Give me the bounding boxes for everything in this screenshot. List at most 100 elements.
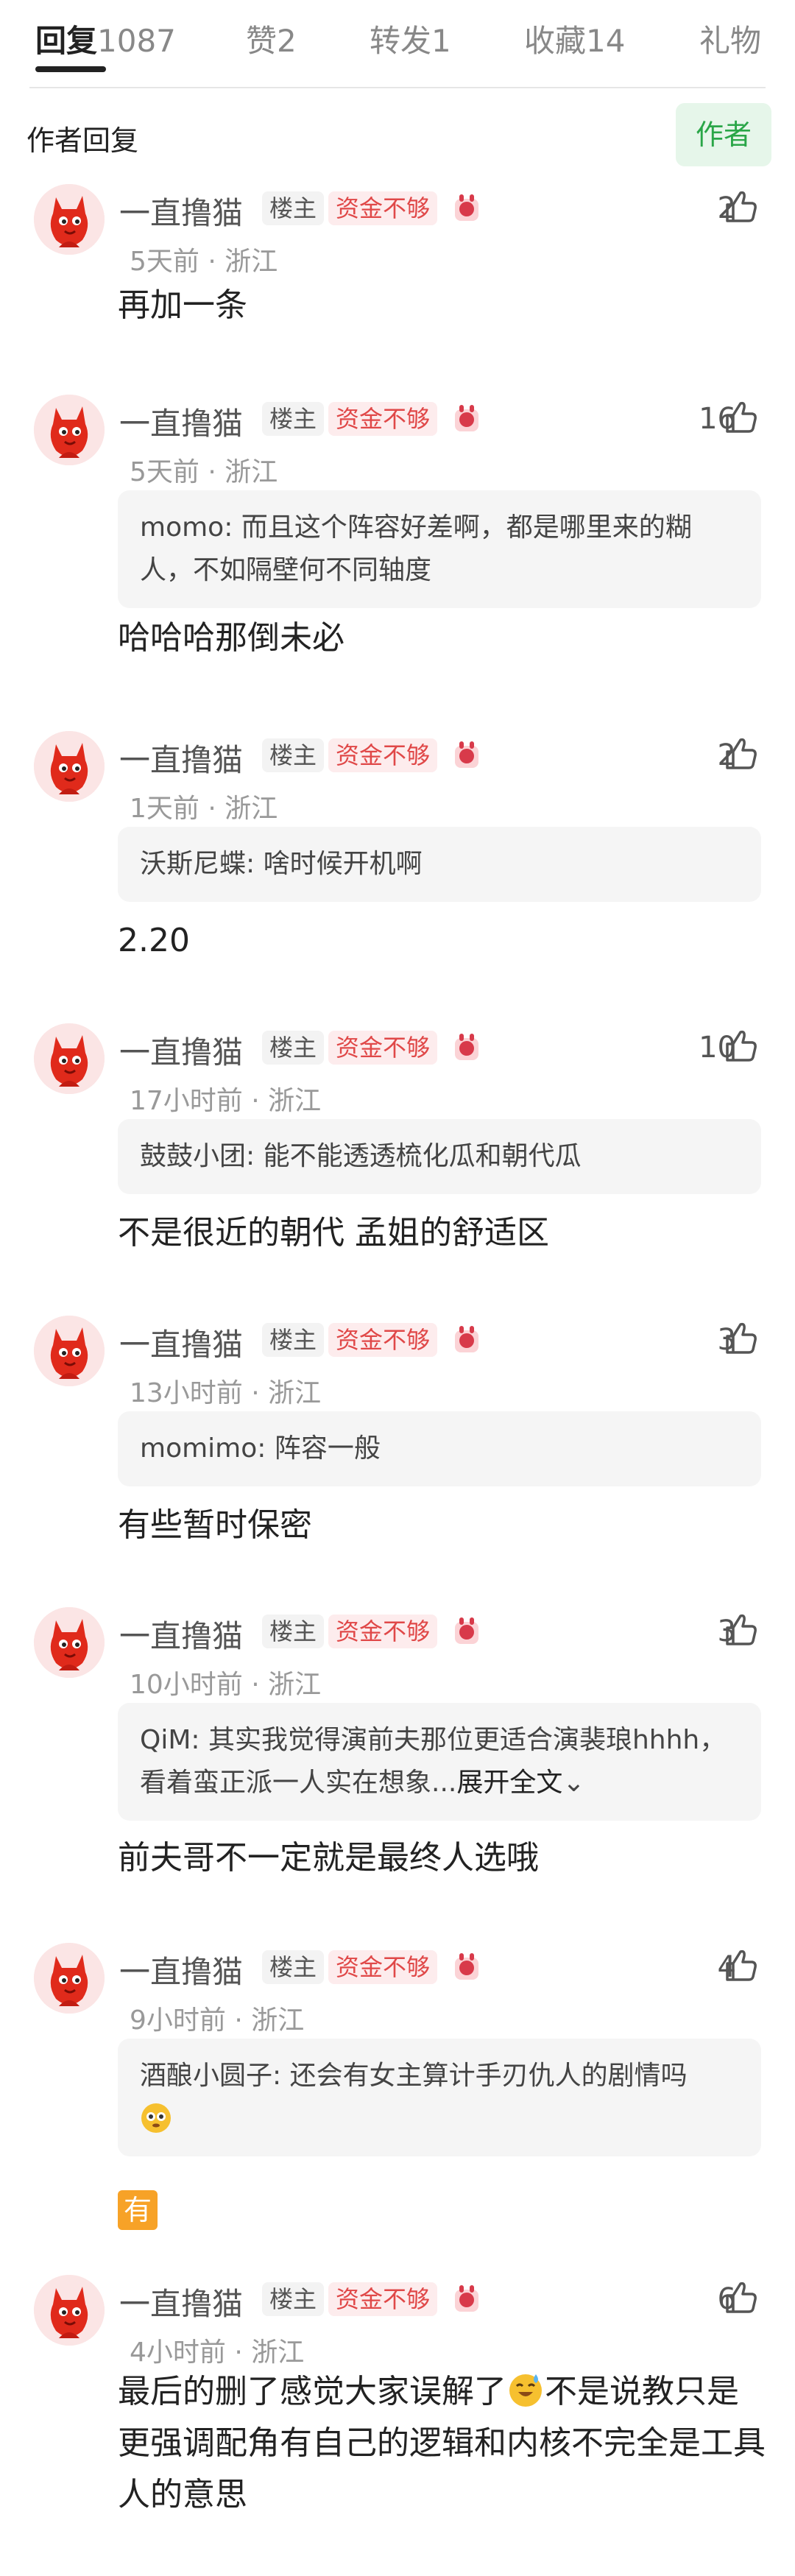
tab-gifts[interactable]: 礼物	[699, 16, 761, 61]
comment-meta: 5天前 · 浙江	[130, 247, 278, 277]
comment-time: 13小时前	[130, 1378, 243, 1408]
thumbs-up-icon[interactable]	[720, 1319, 760, 1358]
tab-reposts[interactable]: 转发1	[370, 16, 451, 61]
thumbs-up-icon[interactable]	[720, 398, 760, 437]
tab-replies[interactable]: 回复1087	[35, 16, 176, 61]
commenter-name[interactable]: 一直撸猫	[119, 1947, 243, 1992]
quoted-reply[interactable]: momo: 而且这个阵容好差啊，都是哪里来的糊人，不如隔壁何不同轴度	[118, 490, 761, 608]
avatar[interactable]	[34, 731, 105, 802]
tab-divider	[29, 87, 766, 88]
quote-user[interactable]: QiM	[140, 1725, 191, 1755]
thumbs-up-icon[interactable]	[720, 1946, 760, 1986]
comment-body: 2.20	[118, 922, 190, 959]
fund-tag: 资金不够	[328, 402, 438, 436]
quoted-reply[interactable]: 沃斯尼蝶: 啥时候开机啊	[118, 827, 761, 902]
comment-body: 哈哈哈那倒未必	[118, 619, 344, 657]
fan-badge-icon	[451, 1323, 483, 1357]
comment-location: 浙江	[225, 457, 278, 487]
expand-full-text-link[interactable]: 展开全文	[456, 1768, 562, 1798]
thumbs-up-icon[interactable]	[720, 734, 760, 774]
quoted-reply[interactable]: 酒酿小圆子: 还会有女主算计手刃仇人的剧情吗	[118, 2039, 761, 2156]
thumbs-up-icon[interactable]	[720, 187, 760, 227]
thumbs-up-icon[interactable]	[720, 1610, 760, 1650]
quote-user[interactable]: 酒酿小圆子	[140, 2061, 272, 2091]
quote-user[interactable]: 沃斯尼蝶	[140, 849, 246, 879]
quote-user[interactable]: momimo	[140, 1433, 257, 1464]
tab-favorites[interactable]: 收藏14	[524, 16, 625, 61]
fan-badge-icon	[451, 191, 483, 225]
you-emoji: 有	[118, 2190, 158, 2230]
comment-meta: 13小时前 · 浙江	[130, 1378, 322, 1408]
commenter-name[interactable]: 一直撸猫	[119, 735, 243, 780]
host-tag: 楼主	[262, 1031, 325, 1065]
quote-user[interactable]: momo	[140, 512, 224, 543]
fund-tag: 资金不够	[328, 1950, 438, 1984]
thumbs-up-icon[interactable]	[720, 1026, 760, 1066]
quote-text: 阵容一般	[274, 1433, 381, 1464]
fan-badge-icon	[451, 1615, 483, 1648]
comment-time: 4小时前	[130, 2337, 226, 2368]
chevron-down-icon[interactable]: ⌄	[562, 1768, 584, 1798]
fund-tag: 资金不够	[328, 1031, 438, 1065]
quote-text: 还会有女主算计手刃仇人的剧情吗	[289, 2061, 688, 2091]
quote-text: 其实我觉得演前夫那位更适合演裴琅hhhh，看着蛮正派一人实在想象...	[140, 1725, 727, 1798]
comment-body: 有	[118, 2183, 766, 2234]
commenter-name[interactable]: 一直撸猫	[119, 1320, 243, 1365]
avatar[interactable]	[34, 1607, 105, 1678]
comment-body: 最后的删了感觉大家误解了 不是说教只是更强调配角有自己的逻辑和内核不完全是工具人的…	[118, 2366, 766, 2521]
comment-location: 浙江	[225, 794, 278, 824]
comment-time: 5天前	[130, 247, 199, 277]
comment-meta: 17小时前 · 浙江	[130, 1086, 322, 1116]
comment-body: 再加一条	[118, 286, 247, 324]
comment-meta: 1天前 · 浙江	[130, 794, 278, 824]
sweat-smile-emoji	[509, 2374, 542, 2407]
comment-location: 浙江	[251, 2005, 305, 2036]
avatar[interactable]	[34, 395, 105, 465]
comment-time: 9小时前	[130, 2005, 226, 2036]
host-tag: 楼主	[262, 1615, 325, 1648]
host-tag: 楼主	[262, 738, 325, 772]
fund-tag: 资金不够	[328, 1615, 438, 1648]
commenter-name[interactable]: 一直撸猫	[119, 399, 243, 444]
avatar[interactable]	[34, 1023, 105, 1094]
host-tag: 楼主	[262, 1323, 325, 1357]
host-tag: 楼主	[262, 2282, 325, 2316]
host-tag: 楼主	[262, 402, 325, 436]
quoted-reply[interactable]: momimo: 阵容一般	[118, 1411, 761, 1486]
fund-tag: 资金不够	[328, 2282, 438, 2316]
thumbs-up-icon[interactable]	[720, 2278, 760, 2318]
quoted-reply[interactable]: 鼓鼓小团: 能不能透透梳化瓜和朝代瓜	[118, 1119, 761, 1194]
comment-meta: 4小时前 · 浙江	[130, 2337, 305, 2368]
comment-body: 有些暂时保密	[118, 1506, 312, 1544]
comment-body: 前夫哥不一定就是最终人选哦	[118, 1839, 539, 1877]
quote-user[interactable]: 鼓鼓小团	[140, 1141, 246, 1171]
comment-location: 浙江	[268, 1086, 322, 1116]
tab-likes[interactable]: 赞2	[246, 16, 297, 61]
avatar[interactable]	[34, 184, 105, 255]
comment-meta: 9小时前 · 浙江	[130, 2005, 305, 2036]
fund-tag: 资金不够	[328, 191, 438, 225]
avatar[interactable]	[34, 1316, 105, 1386]
fan-badge-icon	[451, 1031, 483, 1065]
comment-time: 1天前	[130, 794, 199, 824]
commenter-name[interactable]: 一直撸猫	[119, 1612, 243, 1656]
author-filter-button[interactable]: 作者	[676, 103, 771, 166]
quoted-reply[interactable]: QiM: 其实我觉得演前夫那位更适合演裴琅hhhh，看着蛮正派一人实在想象...…	[118, 1703, 761, 1821]
quote-text: 啥时候开机啊	[263, 849, 423, 879]
fan-badge-icon	[451, 738, 483, 772]
comment-meta: 5天前 · 浙江	[130, 457, 278, 487]
comment-body: 不是很近的朝代 孟姐的舒适区	[118, 1214, 549, 1252]
avatar[interactable]	[34, 1943, 105, 2014]
commenter-name[interactable]: 一直撸猫	[119, 2279, 243, 2324]
fund-tag: 资金不够	[328, 1323, 438, 1357]
quote-text: 能不能透透梳化瓜和朝代瓜	[263, 1141, 582, 1171]
flushed-emoji	[141, 2103, 171, 2133]
commenter-name[interactable]: 一直撸猫	[119, 188, 243, 233]
host-tag: 楼主	[262, 1950, 325, 1984]
fan-badge-icon	[451, 1950, 483, 1984]
avatar[interactable]	[34, 2275, 105, 2346]
commenter-name[interactable]: 一直撸猫	[119, 1028, 243, 1073]
comment-time: 17小时前	[130, 1086, 243, 1116]
host-tag: 楼主	[262, 191, 325, 225]
comment-location: 浙江	[251, 2337, 305, 2368]
